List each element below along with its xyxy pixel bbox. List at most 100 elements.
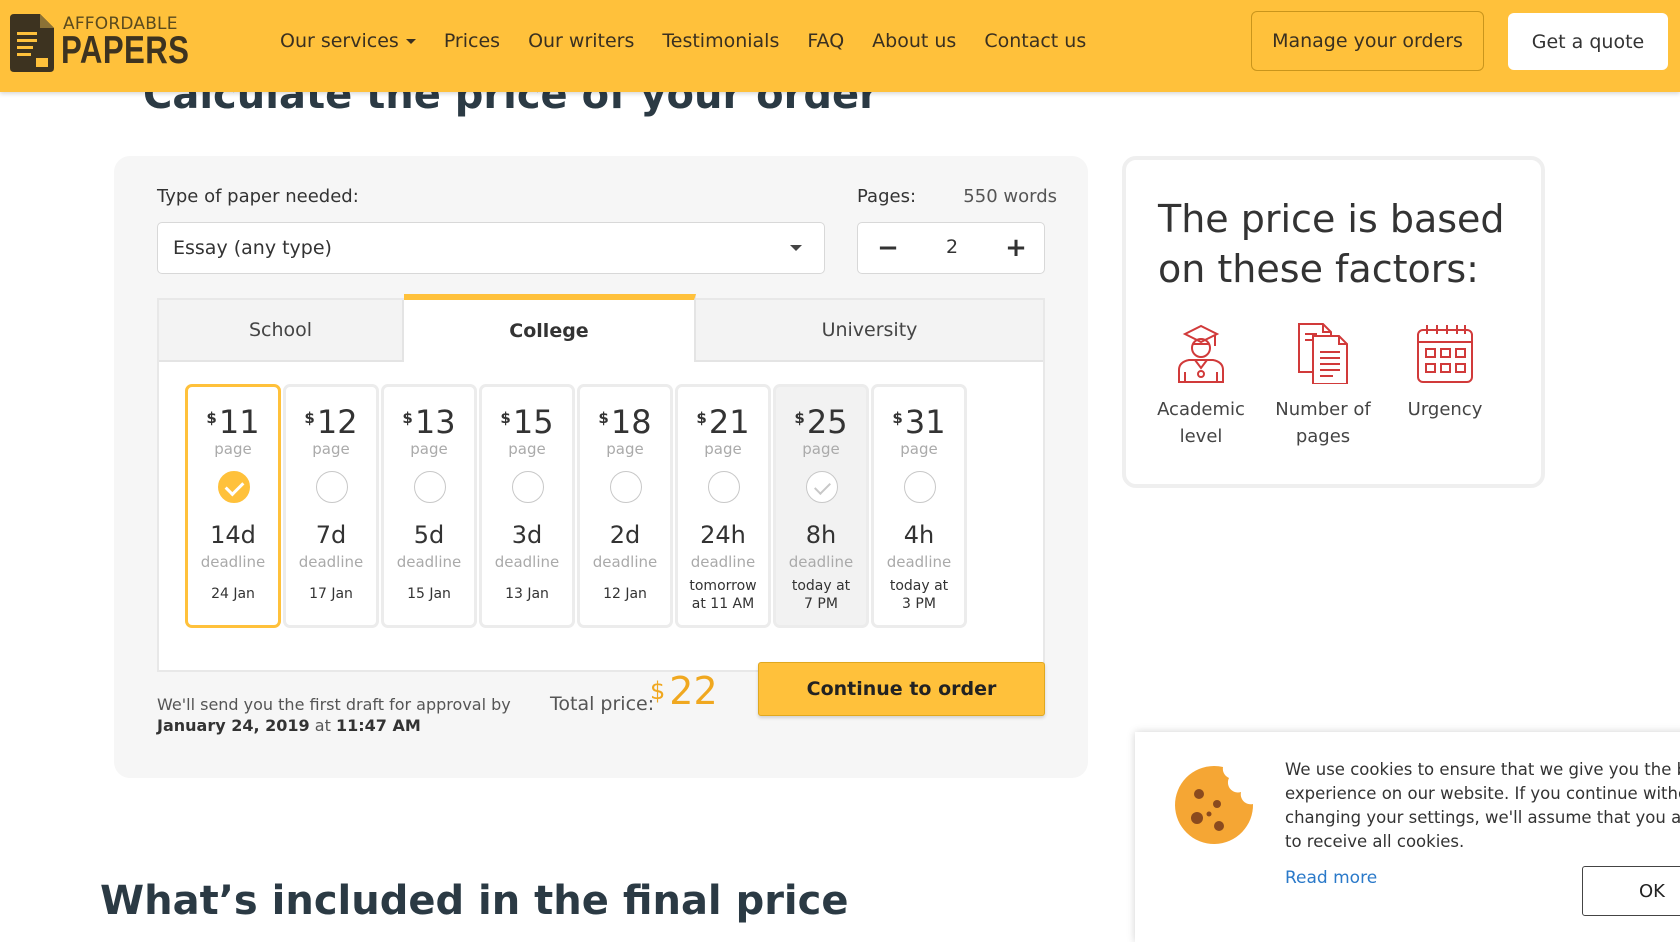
price-unit: page [410, 440, 448, 458]
deadline-option[interactable]: $15 page 3d deadline 13 Jan [479, 384, 575, 628]
cookie-message: We use cookies to ensure that we give yo… [1285, 760, 1680, 851]
price-unit: page [214, 440, 252, 458]
price-per-page: $15 [500, 403, 554, 441]
price-factors-card: The price is based on these factors: Aca… [1122, 156, 1545, 488]
nav-faq[interactable]: FAQ [807, 30, 844, 52]
nav-our-writers[interactable]: Our writers [528, 30, 634, 52]
price-unit: page [704, 440, 742, 458]
continue-to-order-button[interactable]: Continue to order [758, 662, 1045, 716]
price-unit: page [900, 440, 938, 458]
deadline-length: 3d [511, 521, 543, 549]
deadline-option[interactable]: $13 page 5d deadline 15 Jan [381, 384, 477, 628]
deadline-length: 24h [700, 521, 746, 549]
read-more-link[interactable]: Read more [1285, 868, 1377, 888]
logo-text-bottom: PAPERS [61, 29, 190, 72]
deadline-option[interactable]: $18 page 2d deadline 12 Jan [577, 384, 673, 628]
price-per-page: $21 [696, 403, 750, 441]
deadline-option[interactable]: $12 page 7d deadline 17 Jan [283, 384, 379, 628]
deadline-length: 7d [315, 521, 347, 549]
cookie-banner: We use cookies to ensure that we give yo… [1135, 732, 1680, 942]
deadline-date: today at 7 PM [791, 578, 851, 612]
word-count: 550 words [963, 186, 1057, 207]
nav-about-us[interactable]: About us [872, 30, 956, 52]
radio[interactable] [512, 471, 544, 503]
calendar-icon [1417, 325, 1473, 383]
deadline-option[interactable]: $11 page 14d deadline 24 Jan [185, 384, 281, 628]
total-price-value: $22 [650, 669, 718, 713]
pages-label: Pages: [857, 186, 917, 207]
section-heading: What’s included in the final price [100, 878, 849, 924]
deadline-date: 12 Jan [603, 586, 647, 602]
deadline-date: today at 3 PM [889, 578, 949, 612]
deadline-caption: deadline [788, 553, 854, 571]
cookie-icon [1175, 765, 1254, 844]
radio-checked[interactable] [218, 471, 250, 503]
deadline-caption: deadline [200, 553, 266, 571]
logo-mark-icon [10, 14, 54, 72]
nav-prices[interactable]: Prices [444, 30, 500, 52]
nav-testimonials[interactable]: Testimonials [662, 30, 779, 52]
deadline-caption: deadline [690, 553, 756, 571]
decrement-button[interactable]: − [876, 235, 900, 261]
price-per-page: $12 [304, 403, 358, 441]
radio-hover[interactable] [806, 471, 838, 503]
tab-university[interactable]: University [696, 300, 1043, 362]
radio[interactable] [708, 471, 740, 503]
deadline-caption: deadline [298, 553, 364, 571]
radio[interactable] [414, 471, 446, 503]
chevron-down-icon [790, 245, 802, 251]
deadline-length: 5d [413, 521, 445, 549]
deadline-date: 15 Jan [407, 586, 451, 602]
deadline-option[interactable]: $25 page 8h deadline today at 7 PM [773, 384, 869, 628]
tab-school[interactable]: School [159, 300, 404, 362]
pages-value[interactable]: 2 [928, 236, 976, 258]
deadline-length: 8h [805, 521, 837, 549]
price-per-page: $31 [892, 403, 946, 441]
draft-notice: We'll send you the first draft for appro… [157, 695, 511, 735]
nav-our-services[interactable]: Our services [280, 30, 416, 52]
deadline-caption: deadline [494, 553, 560, 571]
deadline-length: 14d [210, 521, 256, 549]
student-icon [1178, 324, 1224, 383]
price-unit: page [508, 440, 546, 458]
paper-type-select[interactable]: Essay (any type) [157, 222, 825, 274]
deadline-date: tomorrow at 11 AM [689, 578, 757, 612]
deadline-caption: deadline [396, 553, 462, 571]
chevron-down-icon [405, 38, 416, 44]
main-nav: Our services Prices Our writers Testimon… [280, 30, 1114, 52]
document-icon [1298, 323, 1348, 384]
price-per-page: $13 [402, 403, 456, 441]
nav-contact-us[interactable]: Contact us [984, 30, 1086, 52]
price-unit: page [802, 440, 840, 458]
deadline-option[interactable]: $21 page 24h deadline tomorrow at 11 AM [675, 384, 771, 628]
radio[interactable] [610, 471, 642, 503]
deadline-length: 2d [609, 521, 641, 549]
radio[interactable] [904, 471, 936, 503]
pages-stepper: − 2 + [857, 222, 1045, 274]
price-per-page: $25 [794, 403, 848, 441]
price-per-page: $11 [206, 403, 260, 441]
deadline-caption: deadline [886, 553, 952, 571]
radio[interactable] [316, 471, 348, 503]
academic-level-tabs: School College University $11 page 14d d… [157, 294, 1045, 672]
deadline-caption: deadline [592, 553, 658, 571]
increment-button[interactable]: + [1004, 235, 1028, 261]
site-header: AFFORDABLE PAPERS Our services Prices Ou… [0, 0, 1680, 92]
factor-number-of-pages: Number of pages [1268, 322, 1378, 450]
paper-type-label: Type of paper needed: [157, 186, 359, 207]
price-per-page: $18 [598, 403, 652, 441]
paper-type-value: Essay (any type) [173, 237, 332, 259]
tab-college[interactable]: College [404, 294, 696, 362]
manage-orders-button[interactable]: Manage your orders [1251, 11, 1484, 71]
cookie-ok-button[interactable]: OK [1582, 866, 1680, 916]
factor-urgency: Urgency [1390, 322, 1500, 423]
factors-title: The price is based on these factors: [1158, 197, 1505, 291]
get-quote-button[interactable]: Get a quote [1508, 13, 1668, 70]
deadline-option[interactable]: $31 page 4h deadline today at 3 PM [871, 384, 967, 628]
price-unit: page [312, 440, 350, 458]
site-logo[interactable]: AFFORDABLE PAPERS [10, 14, 189, 72]
price-calculator: Type of paper needed: Pages: 550 words E… [114, 156, 1088, 778]
factor-academic-level: Academic level [1146, 322, 1256, 450]
price-unit: page [606, 440, 644, 458]
deadline-date: 24 Jan [211, 586, 255, 602]
